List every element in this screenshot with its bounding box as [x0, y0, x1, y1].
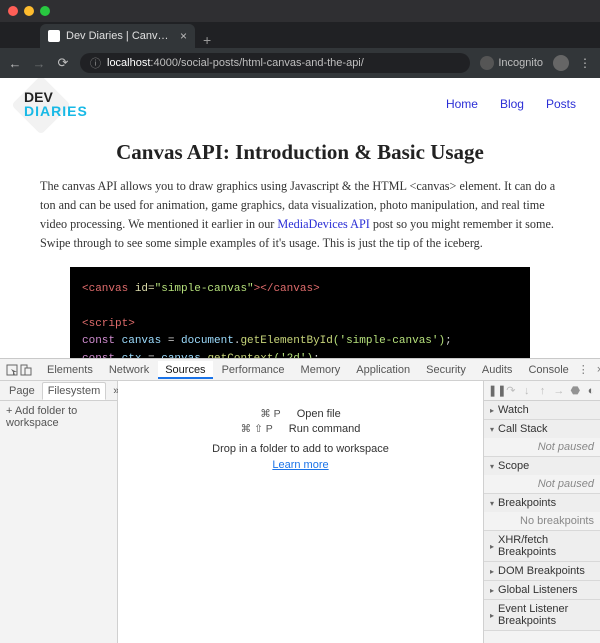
- media-devices-link[interactable]: MediaDevices API: [277, 217, 369, 231]
- tab-security[interactable]: Security: [419, 361, 473, 379]
- open-file-shortcut: ⌘ P: [260, 408, 280, 420]
- scope-section[interactable]: ▾Scope: [484, 457, 600, 475]
- pause-on-exceptions-button[interactable]: ◐: [586, 385, 596, 397]
- logo-line1: DEV: [24, 90, 88, 104]
- add-folder-button[interactable]: + Add folder to workspace: [0, 401, 117, 433]
- code-line: [82, 298, 518, 316]
- debugger-toolbar: ❚❚ ↷ ↓ ↑ → ⬣ ◐: [484, 381, 600, 401]
- step-over-button[interactable]: ↷: [506, 384, 516, 397]
- code-line: <canvas id="simple-canvas"></canvas>: [82, 281, 518, 299]
- reload-button[interactable]: ⟳: [56, 55, 70, 71]
- devtools-more-icon[interactable]: ⋮: [578, 363, 589, 376]
- minimize-window-button[interactable]: [24, 6, 34, 16]
- window-title-bar: [0, 0, 600, 22]
- navigator-tab-page[interactable]: Page: [4, 383, 40, 399]
- breakpoints-section[interactable]: ▾Breakpoints: [484, 494, 600, 512]
- nav-blog[interactable]: Blog: [500, 97, 524, 111]
- logo-line2: DIARIES: [24, 104, 88, 118]
- tab-network[interactable]: Network: [102, 361, 156, 379]
- devtools-panel: Elements Network Sources Performance Mem…: [0, 358, 600, 643]
- global-listeners-section[interactable]: ▸Global Listeners: [484, 581, 600, 599]
- new-tab-button[interactable]: +: [195, 32, 219, 48]
- favicon-icon: [48, 30, 60, 42]
- tab-elements[interactable]: Elements: [40, 361, 100, 379]
- profile-avatar[interactable]: [553, 55, 569, 71]
- incognito-label: Incognito: [498, 57, 543, 69]
- page-viewport: DEV DIARIES Home Blog Posts Canvas API: …: [0, 78, 600, 358]
- article-title: Canvas API: Introduction & Basic Usage: [40, 140, 560, 165]
- navigator-tab-filesystem[interactable]: Filesystem: [42, 382, 107, 400]
- device-toggle-icon[interactable]: [20, 363, 32, 377]
- tab-title: Dev Diaries | Canvas API: Introd…: [66, 30, 174, 42]
- breakpoints-state: No breakpoints: [484, 512, 600, 530]
- tab-performance[interactable]: Performance: [215, 361, 292, 379]
- run-command-shortcut: ⌘ ⇧ P: [241, 423, 273, 435]
- code-line: const canvas = document.getElementById('…: [82, 333, 518, 351]
- inspect-icon[interactable]: [6, 363, 18, 377]
- event-listener-breakpoints-section[interactable]: ▸Event Listener Breakpoints: [484, 600, 600, 630]
- pause-button[interactable]: ❚❚: [488, 384, 500, 397]
- step-button[interactable]: →: [553, 385, 564, 397]
- nav-posts[interactable]: Posts: [546, 97, 576, 111]
- close-window-button[interactable]: [8, 6, 18, 16]
- article: Canvas API: Introduction & Basic Usage T…: [0, 124, 600, 358]
- callstack-section[interactable]: ▾Call Stack: [484, 420, 600, 438]
- article-paragraph: The canvas API allows you to draw graphi…: [40, 177, 560, 253]
- navigator-tabs: Page Filesystem »: [0, 381, 117, 401]
- maximize-window-button[interactable]: [40, 6, 50, 16]
- tab-audits[interactable]: Audits: [475, 361, 520, 379]
- sources-editor-empty: ⌘ P Open file ⌘ ⇧ P Run command Drop in …: [118, 381, 483, 643]
- incognito-icon: [480, 56, 494, 70]
- browser-tab-strip: Dev Diaries | Canvas API: Introd… × +: [0, 22, 600, 48]
- incognito-indicator: Incognito: [480, 56, 543, 70]
- xhr-breakpoints-section[interactable]: ▸XHR/fetch Breakpoints: [484, 531, 600, 561]
- devtools-tabbar: Elements Network Sources Performance Mem…: [0, 359, 600, 381]
- step-out-button[interactable]: ↑: [538, 385, 548, 397]
- site-logo[interactable]: DEV DIARIES: [24, 90, 88, 118]
- step-into-button[interactable]: ↓: [522, 385, 532, 397]
- debugger-sidebar: ❚❚ ↷ ↓ ↑ → ⬣ ◐ ▸Watch ▾Call Stack Not pa…: [483, 381, 600, 643]
- sources-navigator: Page Filesystem » + Add folder to worksp…: [0, 381, 118, 643]
- url-host: localhost:4000/social-posts/html-canvas-…: [107, 57, 364, 69]
- address-bar[interactable]: ⓘ localhost:4000/social-posts/html-canva…: [80, 53, 470, 73]
- learn-more-link[interactable]: Learn more: [272, 459, 328, 471]
- code-block: <canvas id="simple-canvas"></canvas> <sc…: [70, 267, 530, 358]
- open-file-label: Open file: [297, 408, 341, 420]
- deactivate-breakpoints-button[interactable]: ⬣: [570, 384, 580, 397]
- callstack-state: Not paused: [484, 438, 600, 456]
- close-tab-icon[interactable]: ×: [180, 29, 187, 43]
- tab-sources[interactable]: Sources: [158, 361, 212, 379]
- drop-folder-hint: Drop in a folder to add to workspace: [118, 443, 483, 455]
- tab-application[interactable]: Application: [349, 361, 417, 379]
- run-command-label: Run command: [289, 423, 361, 435]
- window-controls: [8, 6, 50, 16]
- site-header: DEV DIARIES Home Blog Posts: [0, 78, 600, 124]
- dom-breakpoints-section[interactable]: ▸DOM Breakpoints: [484, 562, 600, 580]
- forward-button[interactable]: →: [32, 56, 46, 71]
- watch-section[interactable]: ▸Watch: [484, 401, 600, 419]
- site-nav: Home Blog Posts: [446, 97, 576, 111]
- nav-home[interactable]: Home: [446, 97, 478, 111]
- code-line: const ctx = canvas.getContext('2d');: [82, 351, 518, 358]
- tab-memory[interactable]: Memory: [294, 361, 348, 379]
- browser-menu-button[interactable]: ⋮: [579, 56, 592, 70]
- site-info-icon[interactable]: ⓘ: [90, 55, 101, 71]
- scope-state: Not paused: [484, 475, 600, 493]
- code-line: <script>: [82, 316, 518, 334]
- back-button[interactable]: ←: [8, 56, 22, 71]
- browser-toolbar: ← → ⟳ ⓘ localhost:4000/social-posts/html…: [0, 48, 600, 78]
- tab-console[interactable]: Console: [521, 361, 575, 379]
- browser-tab[interactable]: Dev Diaries | Canvas API: Introd… ×: [40, 24, 195, 48]
